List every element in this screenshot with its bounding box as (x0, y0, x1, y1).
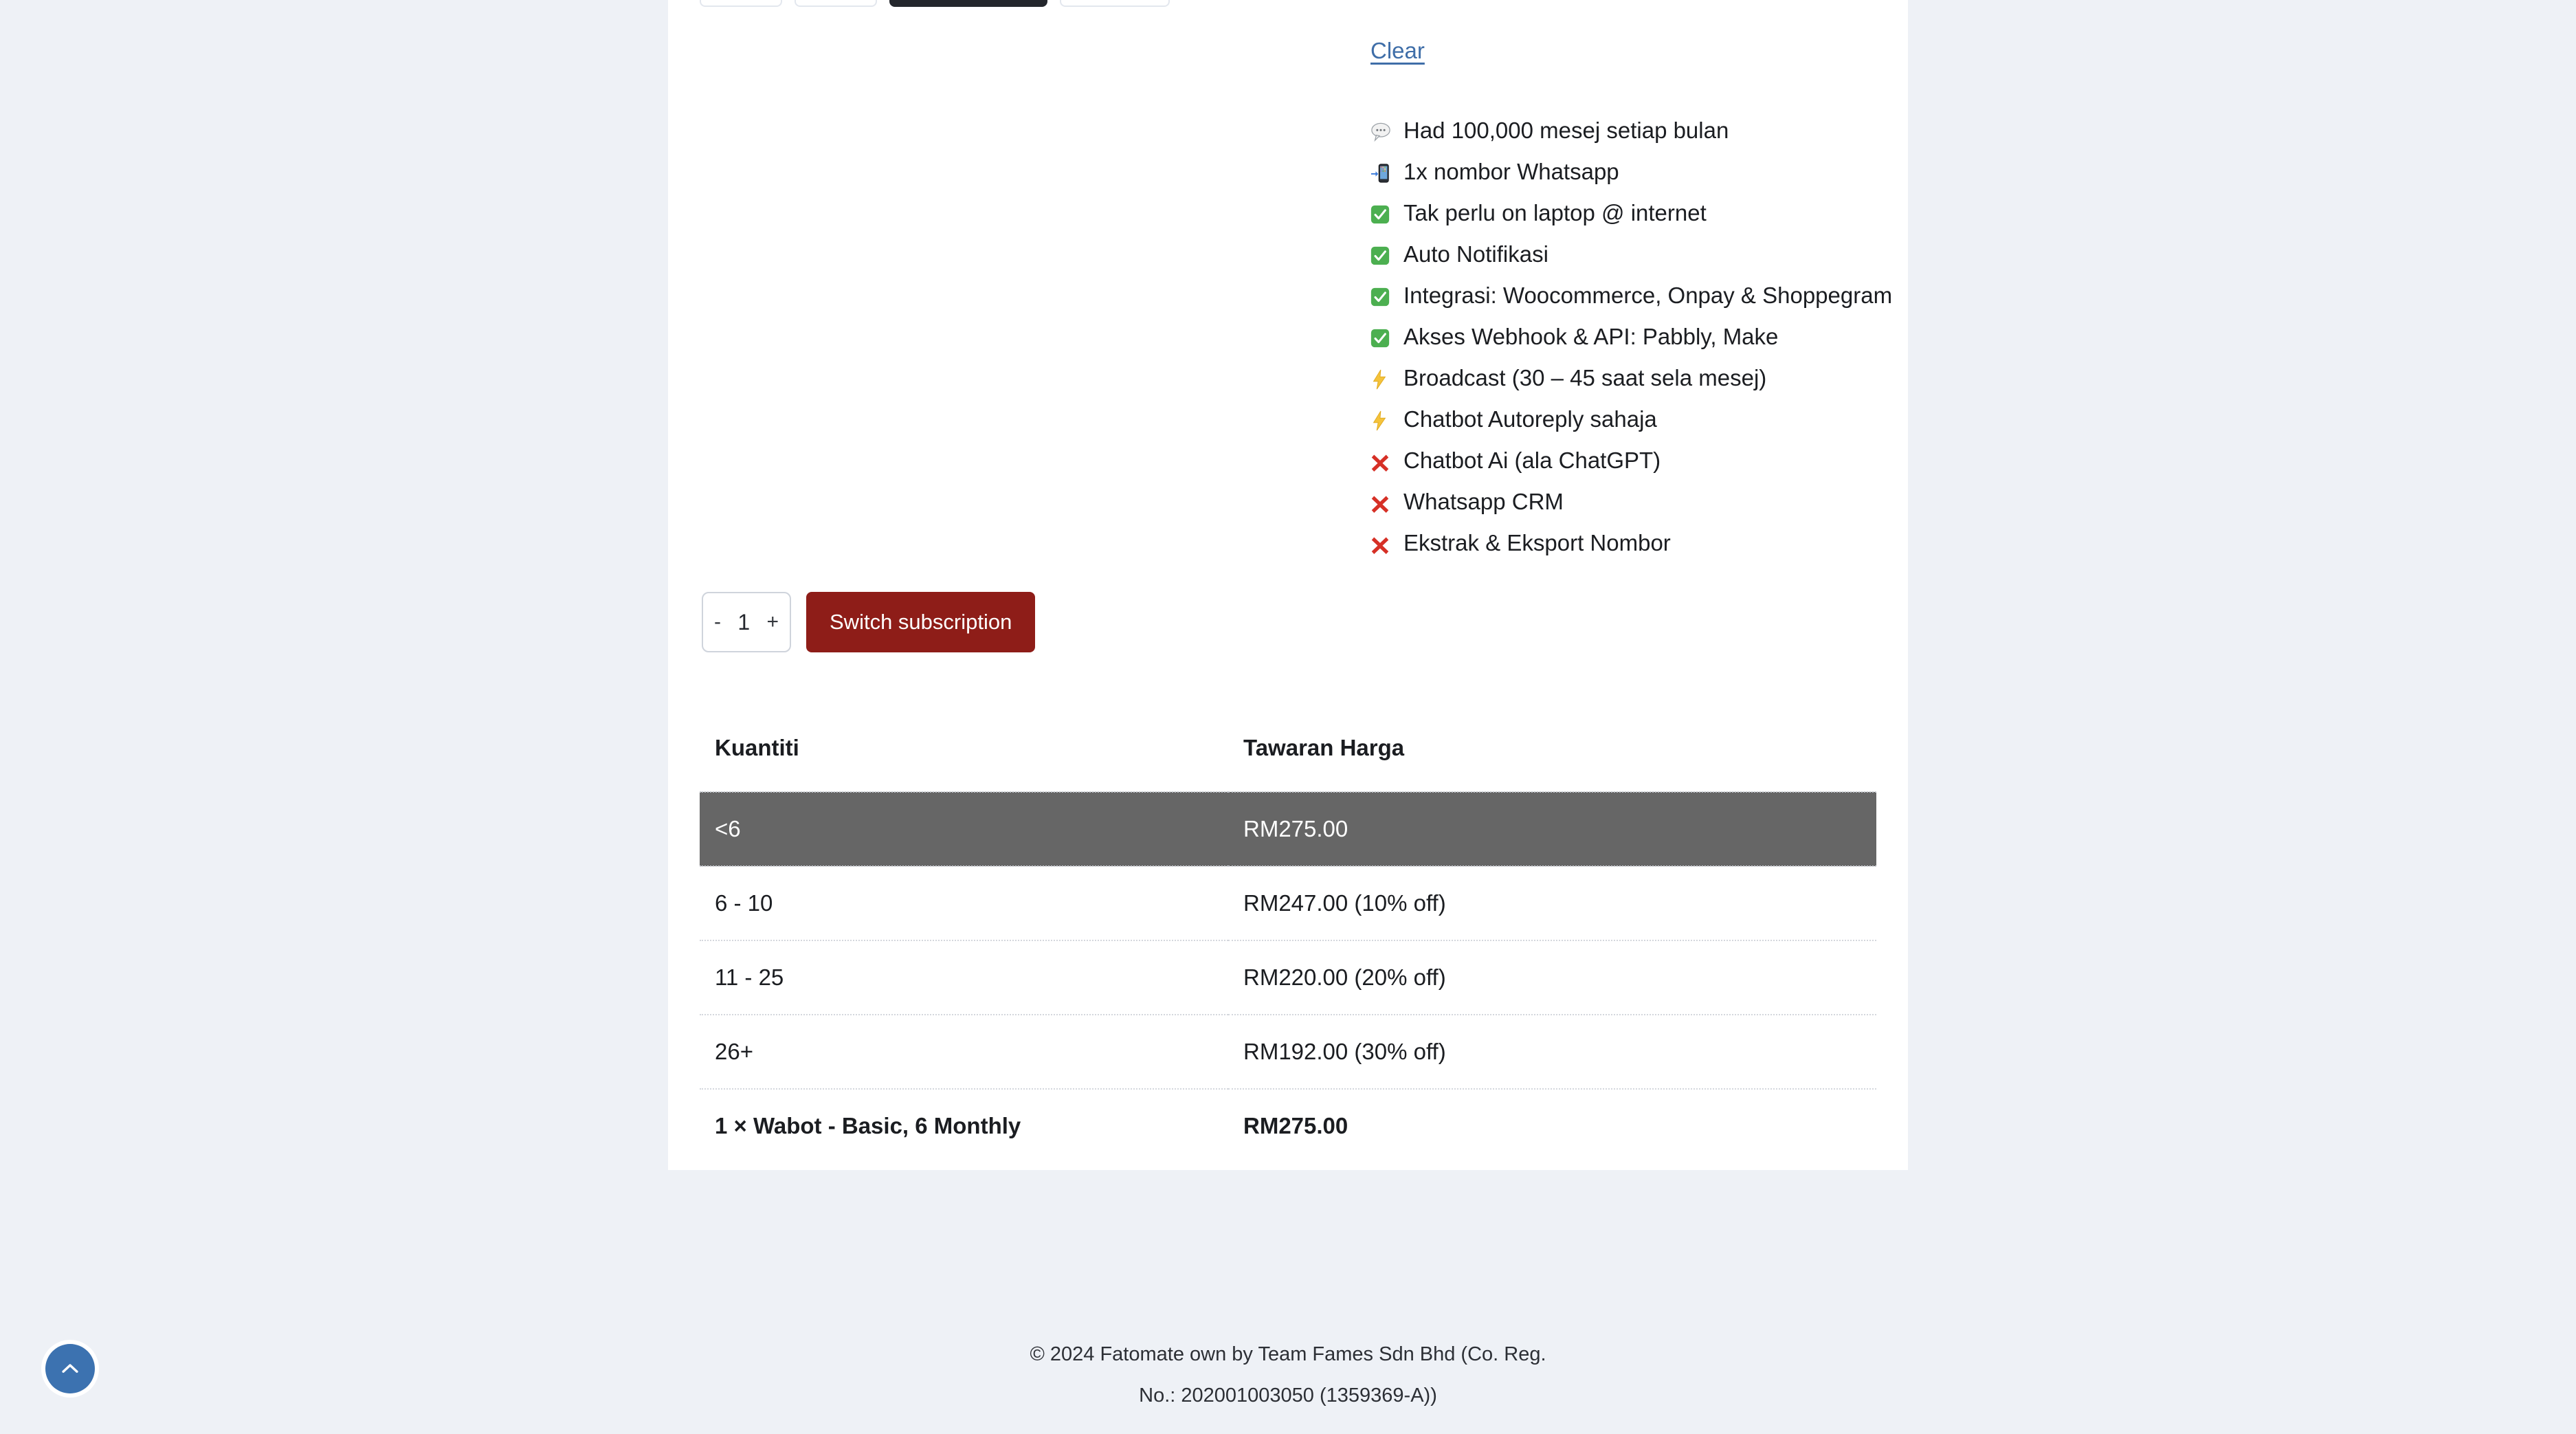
cell-total-description: 1 × Wabot - Basic, 6 Monthly (715, 1113, 1021, 1138)
feature-item: Chatbot Autoreply sahaja (1370, 399, 2333, 440)
feature-label: Broadcast (30 – 45 saat sela mesej) (1403, 365, 1767, 390)
switch-subscription-button[interactable]: Switch subscription (806, 592, 1036, 652)
feature-label: Tak perlu on laptop @ internet (1403, 200, 1707, 225)
footer-line-2: No.: 202001003050 (1359369-A)) (1139, 1385, 1437, 1407)
mobile-phone-with-arrow-icon (1370, 151, 1397, 192)
column-header-price: Tawaran Harga (1243, 735, 1405, 760)
pricing-table-head: Kuantiti Tawaran Harga (700, 725, 1876, 792)
feature-list: Had 100,000 mesej setiap bulan 1x nombor… (1370, 110, 2333, 564)
cell-quantity: 26+ (700, 1015, 1228, 1090)
footer-line-1: © 2024 Fatomate own by Team Fames Sdn Bh… (1030, 1343, 1546, 1365)
quantity-stepper[interactable]: - 1 + (702, 592, 791, 652)
cell-price: RM192.00 (30% off) (1228, 1015, 1876, 1090)
feature-item: Auto Notifikasi (1370, 234, 2333, 275)
variation-option-3-selected[interactable] (889, 0, 1047, 7)
speech-balloon-icon (1370, 110, 1397, 151)
feature-label: Chatbot Ai (ala ChatGPT) (1403, 448, 1661, 473)
cross-mark-icon (1370, 522, 1397, 564)
variation-option-2[interactable] (795, 0, 877, 7)
scroll-to-top-button[interactable] (45, 1344, 95, 1393)
check-mark-button-icon (1370, 234, 1397, 275)
column-header-quantity: Kuantiti (715, 735, 799, 760)
pricing-table-body: <6 RM275.00 6 - 10 RM247.00 (10% off) 11… (700, 791, 1876, 1162)
chevron-up-icon (58, 1357, 82, 1380)
cell-price: RM220.00 (20% off) (1228, 940, 1876, 1015)
cell-total-price: RM275.00 (1243, 1113, 1348, 1138)
clear-variations-link[interactable]: Clear (1370, 38, 1425, 64)
cross-mark-icon (1370, 440, 1397, 481)
check-mark-button-icon (1370, 192, 1397, 234)
table-header-row: Kuantiti Tawaran Harga (700, 725, 1876, 792)
variation-option-1[interactable] (700, 0, 782, 7)
feature-label: Akses Webhook & API: Pabbly, Make (1403, 324, 1779, 349)
feature-label: Had 100,000 mesej setiap bulan (1403, 118, 1729, 143)
feature-item: Had 100,000 mesej setiap bulan (1370, 110, 2333, 151)
cell-price: RM247.00 (10% off) (1228, 866, 1876, 941)
cell-price: RM275.00 (1228, 791, 1876, 867)
high-voltage-icon (1370, 399, 1397, 440)
cell-quantity: <6 (700, 791, 1228, 867)
feature-label: Chatbot Autoreply sahaja (1403, 406, 1657, 432)
feature-item: Ekstrak & Eksport Nombor (1370, 522, 2333, 564)
feature-label: Whatsapp CRM (1403, 489, 1564, 514)
purchase-row: - 1 + Switch subscription (702, 592, 1036, 652)
cell-quantity: 11 - 25 (700, 940, 1228, 1015)
site-footer: © 2024 Fatomate own by Team Fames Sdn Bh… (0, 1334, 2576, 1416)
quantity-value[interactable]: 1 (737, 610, 750, 635)
feature-label: 1x nombor Whatsapp (1403, 159, 1619, 184)
check-mark-button-icon (1370, 316, 1397, 357)
variation-option-4[interactable] (1060, 0, 1170, 7)
table-row[interactable]: <6 RM275.00 (700, 791, 1876, 867)
cell-quantity: 6 - 10 (700, 866, 1228, 941)
table-row[interactable]: 11 - 25 RM220.00 (20% off) (700, 940, 1876, 1015)
feature-label: Auto Notifikasi (1403, 241, 1548, 267)
high-voltage-icon (1370, 357, 1397, 399)
feature-item: Tak perlu on laptop @ internet (1370, 192, 2333, 234)
feature-item: Whatsapp CRM (1370, 481, 2333, 522)
cross-mark-icon (1370, 481, 1397, 522)
variation-options-row (700, 0, 1182, 7)
feature-item: Akses Webhook & API: Pabbly, Make (1370, 316, 2333, 357)
feature-item: Broadcast (30 – 45 saat sela mesej) (1370, 357, 2333, 399)
quantity-increment-button[interactable]: + (766, 612, 779, 632)
feature-item: Chatbot Ai (ala ChatGPT) (1370, 440, 2333, 481)
table-row-total: 1 × Wabot - Basic, 6 Monthly RM275.00 (700, 1089, 1876, 1162)
feature-label: Ekstrak & Eksport Nombor (1403, 530, 1671, 555)
check-mark-button-icon (1370, 275, 1397, 316)
feature-item: Integrasi: Woocommerce, Onpay & Shoppegr… (1370, 275, 2333, 316)
feature-item: 1x nombor Whatsapp (1370, 151, 2333, 192)
pricing-table: Kuantiti Tawaran Harga <6 RM275.00 6 - 1… (700, 725, 1876, 1162)
table-row[interactable]: 26+ RM192.00 (30% off) (700, 1015, 1876, 1090)
quantity-decrement-button[interactable]: - (714, 612, 721, 632)
table-row[interactable]: 6 - 10 RM247.00 (10% off) (700, 866, 1876, 941)
feature-label: Integrasi: Woocommerce, Onpay & Shoppegr… (1403, 283, 1893, 308)
